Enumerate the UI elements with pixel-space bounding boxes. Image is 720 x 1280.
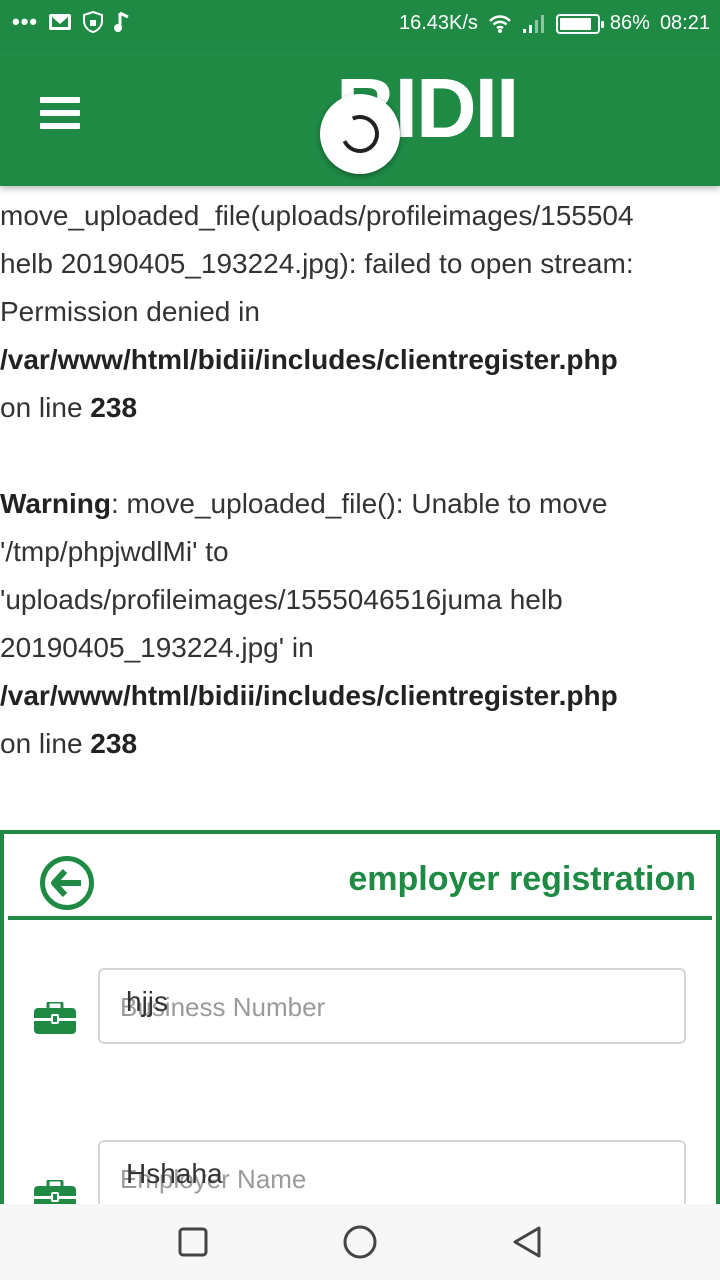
status-bar: ••• 16.43K/s 86% 08:21 xyxy=(0,0,720,50)
warning-line: 20190405_193224.jpg' in xyxy=(0,632,314,663)
wifi-icon xyxy=(489,14,511,33)
back-arrow-circle-icon[interactable] xyxy=(40,856,94,910)
title-divider xyxy=(8,916,712,920)
on-line-label: on line xyxy=(0,392,91,423)
network-speed: 16.43K/s xyxy=(398,12,478,34)
warning-text: : move_uploaded_file(): Unable to move xyxy=(110,488,608,519)
home-circle-icon[interactable] xyxy=(340,1222,380,1262)
warning-path: /var/www/html/bidii/includes/clientregis… xyxy=(0,680,618,711)
status-right: 16.43K/s 86% 08:21 xyxy=(399,12,710,35)
briefcase-icon xyxy=(34,1002,76,1034)
registration-title: employer registration xyxy=(348,860,696,898)
status-left-icons: ••• xyxy=(12,11,130,33)
loading-indicator xyxy=(320,94,400,174)
business-number-value: hjjs xyxy=(126,986,169,1017)
mail-icon xyxy=(49,14,72,30)
warning-label: Warning xyxy=(0,488,111,519)
error-line: helb 20190405_193224.jpg): failed to ope… xyxy=(0,248,634,279)
battery-icon xyxy=(555,13,604,34)
hamburger-menu-icon[interactable] xyxy=(40,97,80,131)
error-path: /var/www/html/bidii/includes/clientregis… xyxy=(0,344,618,375)
business-number-row: Business Number hjjs xyxy=(4,968,716,1044)
battery-percent: 86% xyxy=(609,12,650,34)
php-error-output: move_uploaded_file(uploads/profileimages… xyxy=(0,192,720,768)
more-notifications-icon: ••• xyxy=(12,9,39,34)
warning-line-number: 238 xyxy=(90,728,138,759)
error-line: Permission denied in xyxy=(0,296,260,327)
clock: 08:21 xyxy=(659,12,710,34)
loading-spinner-icon xyxy=(335,109,385,159)
employer-name-value: Hshaha xyxy=(126,1158,223,1189)
on-line-label: on line xyxy=(0,728,91,759)
business-number-input[interactable]: Business Number hjjs xyxy=(98,968,686,1044)
app-header: BIDII xyxy=(0,50,720,186)
warning-line: '/tmp/phpjwdlMi' to xyxy=(0,536,229,567)
system-nav-bar xyxy=(0,1204,720,1280)
music-note-icon xyxy=(114,11,129,32)
error-line: move_uploaded_file(uploads/profileimages… xyxy=(0,200,634,231)
shield-icon xyxy=(83,11,104,33)
error-line-number: 238 xyxy=(90,392,138,423)
back-triangle-icon[interactable] xyxy=(507,1222,547,1262)
signal-icon xyxy=(522,14,544,33)
registration-card: employer registration Business Number hj… xyxy=(0,830,720,1216)
warning-line: 'uploads/profileimages/1555046516juma he… xyxy=(0,584,563,615)
recents-square-icon[interactable] xyxy=(173,1222,213,1262)
